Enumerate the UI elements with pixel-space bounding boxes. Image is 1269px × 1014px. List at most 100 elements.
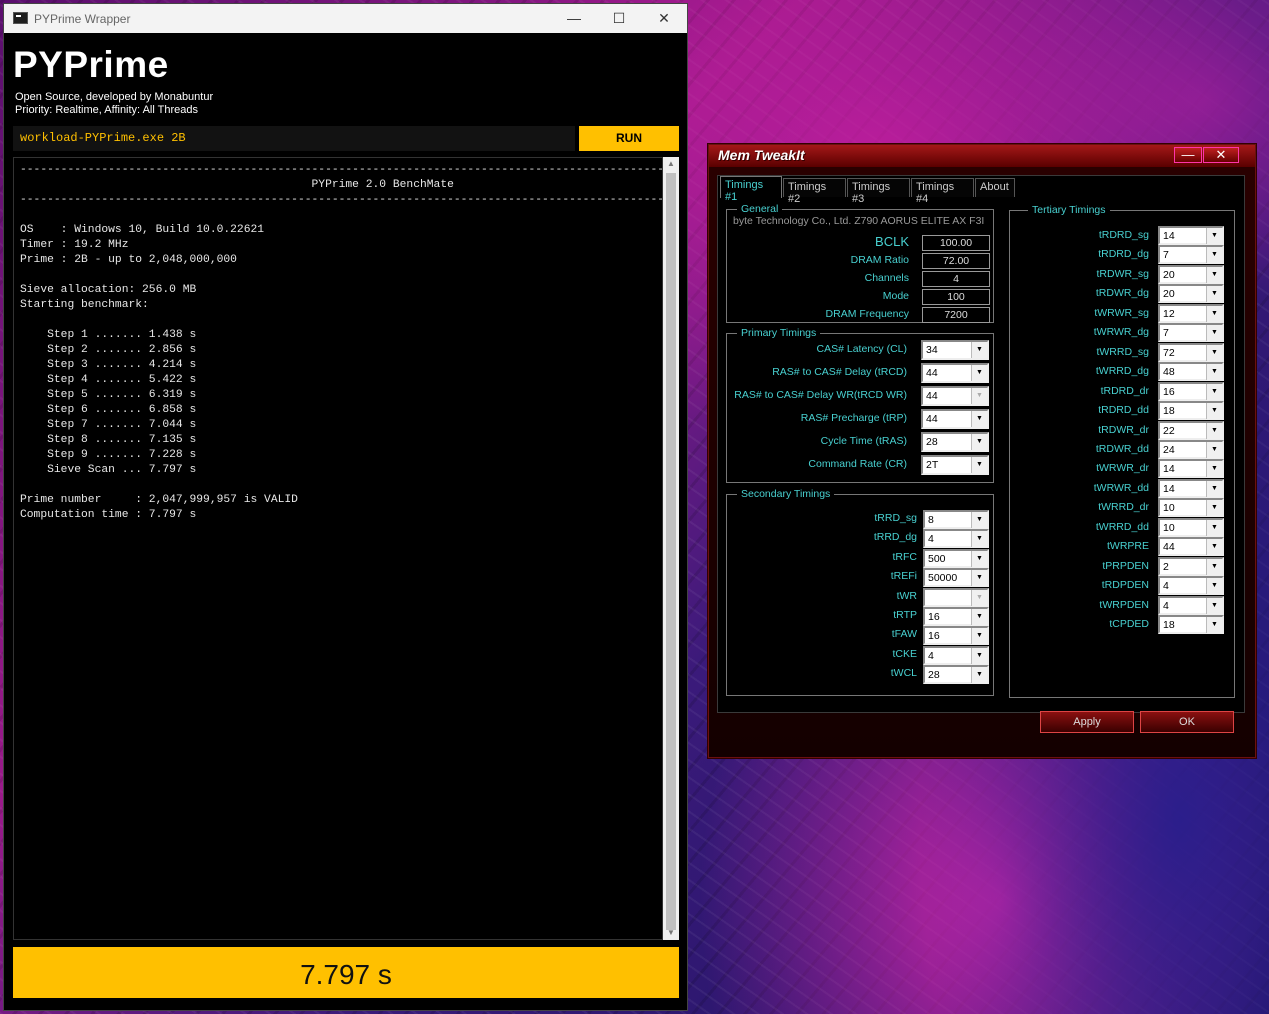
secondary-dropdown-7[interactable]: 4 ▼: [923, 645, 989, 665]
secondary-dropdown-8[interactable]: 28 ▼: [923, 665, 989, 685]
scrollbar-thumb[interactable]: [666, 173, 676, 930]
tab-timings-3[interactable]: Timings #3: [847, 178, 910, 205]
memtweakit-close-button[interactable]: ✕: [1203, 147, 1239, 163]
tertiary-dropdown-18[interactable]: 4 ▼: [1158, 576, 1224, 596]
chevron-down-icon[interactable]: ▼: [1206, 286, 1222, 303]
primary-dropdown-0[interactable]: 34 ▼: [921, 340, 989, 360]
chevron-down-icon[interactable]: ▼: [971, 570, 987, 587]
chevron-down-icon[interactable]: ▼: [1206, 383, 1222, 400]
tertiary-dropdown-20[interactable]: 18 ▼: [1158, 615, 1224, 634]
pyprime-titlebar[interactable]: PYPrime Wrapper — ☐ ✕: [4, 4, 687, 33]
secondary-dropdown-2[interactable]: 500 ▼: [923, 548, 989, 568]
tertiary-dropdown-4[interactable]: 12 ▼: [1158, 303, 1224, 323]
secondary-dropdown-1[interactable]: 4 ▼: [923, 529, 989, 549]
maximize-button[interactable]: ☐: [596, 4, 642, 33]
tertiary-dropdown-16[interactable]: 44 ▼: [1158, 537, 1224, 557]
chevron-down-icon[interactable]: ▼: [971, 365, 987, 381]
tertiary-dropdown-1[interactable]: 7 ▼: [1158, 245, 1224, 265]
chevron-down-icon[interactable]: ▼: [971, 589, 987, 606]
tertiary-dropdown-14[interactable]: 10 ▼: [1158, 498, 1224, 518]
tab-timings-2[interactable]: Timings #2: [783, 178, 846, 205]
tab-about[interactable]: About: [975, 178, 1015, 197]
primary-dropdown-value: 44: [926, 390, 938, 402]
chevron-down-icon[interactable]: ▼: [1206, 228, 1222, 244]
chevron-down-icon[interactable]: ▼: [971, 388, 987, 404]
close-button[interactable]: ✕: [641, 4, 687, 33]
tertiary-dropdown-0[interactable]: 14 ▼: [1158, 226, 1224, 245]
chevron-down-icon[interactable]: ▼: [971, 609, 987, 625]
chevron-down-icon[interactable]: ▼: [1206, 266, 1222, 283]
chevron-down-icon[interactable]: ▼: [1206, 422, 1222, 439]
primary-dropdown-4[interactable]: 28 ▼: [921, 432, 989, 452]
tab-timings-4[interactable]: Timings #4: [911, 178, 974, 205]
chevron-down-icon[interactable]: ▼: [1206, 617, 1222, 633]
chevron-down-icon[interactable]: ▼: [971, 647, 987, 664]
chevron-down-icon[interactable]: ▼: [1206, 441, 1222, 458]
chevron-down-icon[interactable]: ▼: [1206, 500, 1222, 517]
secondary-dropdown-5[interactable]: 16 ▼: [923, 607, 989, 626]
secondary-dropdown-4[interactable]: ▼: [923, 587, 989, 607]
tertiary-label-9: tRDRD_dd: [1098, 404, 1149, 417]
chevron-down-icon[interactable]: ▼: [971, 550, 987, 567]
chevron-down-icon[interactable]: ▼: [1206, 403, 1222, 420]
tertiary-dropdown-5[interactable]: 7 ▼: [1158, 323, 1224, 343]
secondary-dropdown-3[interactable]: 50000 ▼: [923, 568, 989, 588]
tertiary-dropdown-value: 24: [1163, 443, 1175, 456]
chevron-down-icon[interactable]: ▼: [971, 531, 987, 548]
tab-timings-1[interactable]: Timings #1: [720, 176, 782, 203]
tertiary-dropdown-17[interactable]: 2 ▼: [1158, 556, 1224, 576]
console-line: Starting benchmark:: [20, 299, 149, 311]
primary-dropdown-1[interactable]: 44 ▼: [921, 363, 989, 383]
primary-dropdown-2[interactable]: 44 ▼: [921, 386, 989, 406]
tertiary-dropdown-15[interactable]: 10 ▼: [1158, 517, 1224, 537]
tertiary-dropdown-9[interactable]: 18 ▼: [1158, 401, 1224, 421]
chevron-down-icon[interactable]: ▼: [1206, 558, 1222, 575]
tertiary-dropdown-10[interactable]: 22 ▼: [1158, 420, 1224, 440]
tertiary-dropdown-13[interactable]: 14 ▼: [1158, 478, 1224, 498]
minimize-button[interactable]: —: [551, 4, 597, 33]
console-line: Step 7 ....... 7.044 s: [20, 419, 197, 431]
memtweakit-minimize-button[interactable]: —: [1174, 147, 1202, 163]
chevron-down-icon[interactable]: ▼: [971, 667, 987, 684]
chevron-down-icon[interactable]: ▼: [1206, 364, 1222, 381]
tertiary-dropdown-7[interactable]: 48 ▼: [1158, 362, 1224, 382]
chevron-down-icon[interactable]: ▼: [1206, 247, 1222, 264]
chevron-down-icon[interactable]: ▼: [1206, 597, 1222, 614]
scroll-down-arrow-icon[interactable]: ▼: [663, 926, 679, 940]
chevron-down-icon[interactable]: ▼: [971, 342, 987, 358]
secondary-dropdown-6[interactable]: 16 ▼: [923, 626, 989, 646]
chevron-down-icon[interactable]: ▼: [1206, 480, 1222, 497]
memtweakit-titlebar[interactable]: Mem TweakIt — ✕: [709, 145, 1255, 167]
chevron-down-icon[interactable]: ▼: [1206, 305, 1222, 322]
tertiary-dropdown-8[interactable]: 16 ▼: [1158, 381, 1224, 401]
chevron-down-icon[interactable]: ▼: [971, 434, 987, 450]
tertiary-dropdown-3[interactable]: 20 ▼: [1158, 284, 1224, 304]
chevron-down-icon[interactable]: ▼: [971, 457, 987, 473]
primary-dropdown-5[interactable]: 2T ▼: [921, 455, 989, 475]
console-line: Step 2 ....... 2.856 s: [20, 344, 197, 356]
tertiary-dropdown-value: 72: [1163, 346, 1175, 359]
scroll-up-arrow-icon[interactable]: ▲: [663, 157, 679, 171]
chevron-down-icon[interactable]: ▼: [971, 628, 987, 645]
tertiary-dropdown-11[interactable]: 24 ▼: [1158, 439, 1224, 459]
command-input[interactable]: workload-PYPrime.exe 2B: [13, 126, 575, 151]
chevron-down-icon[interactable]: ▼: [1206, 325, 1222, 342]
secondary-dropdown-0[interactable]: 8 ▼: [923, 510, 989, 529]
chevron-down-icon[interactable]: ▼: [971, 411, 987, 427]
chevron-down-icon[interactable]: ▼: [1206, 578, 1222, 595]
tertiary-dropdown-19[interactable]: 4 ▼: [1158, 595, 1224, 615]
chevron-down-icon[interactable]: ▼: [1206, 519, 1222, 536]
primary-dropdown-3[interactable]: 44 ▼: [921, 409, 989, 429]
tertiary-dropdown-6[interactable]: 72 ▼: [1158, 342, 1224, 362]
chevron-down-icon[interactable]: ▼: [1206, 461, 1222, 478]
run-button[interactable]: RUN: [579, 126, 679, 151]
chevron-down-icon[interactable]: ▼: [1206, 539, 1222, 556]
chevron-down-icon[interactable]: ▼: [971, 512, 987, 528]
tertiary-dropdown-2[interactable]: 20 ▼: [1158, 264, 1224, 284]
ok-button[interactable]: OK: [1140, 711, 1234, 733]
tertiary-dropdown-12[interactable]: 14 ▼: [1158, 459, 1224, 479]
console-scrollbar[interactable]: ▲ ▼: [663, 157, 679, 940]
apply-button[interactable]: Apply: [1040, 711, 1134, 733]
chevron-down-icon[interactable]: ▼: [1206, 344, 1222, 361]
console-line: ----------------------------------------…: [20, 194, 663, 206]
